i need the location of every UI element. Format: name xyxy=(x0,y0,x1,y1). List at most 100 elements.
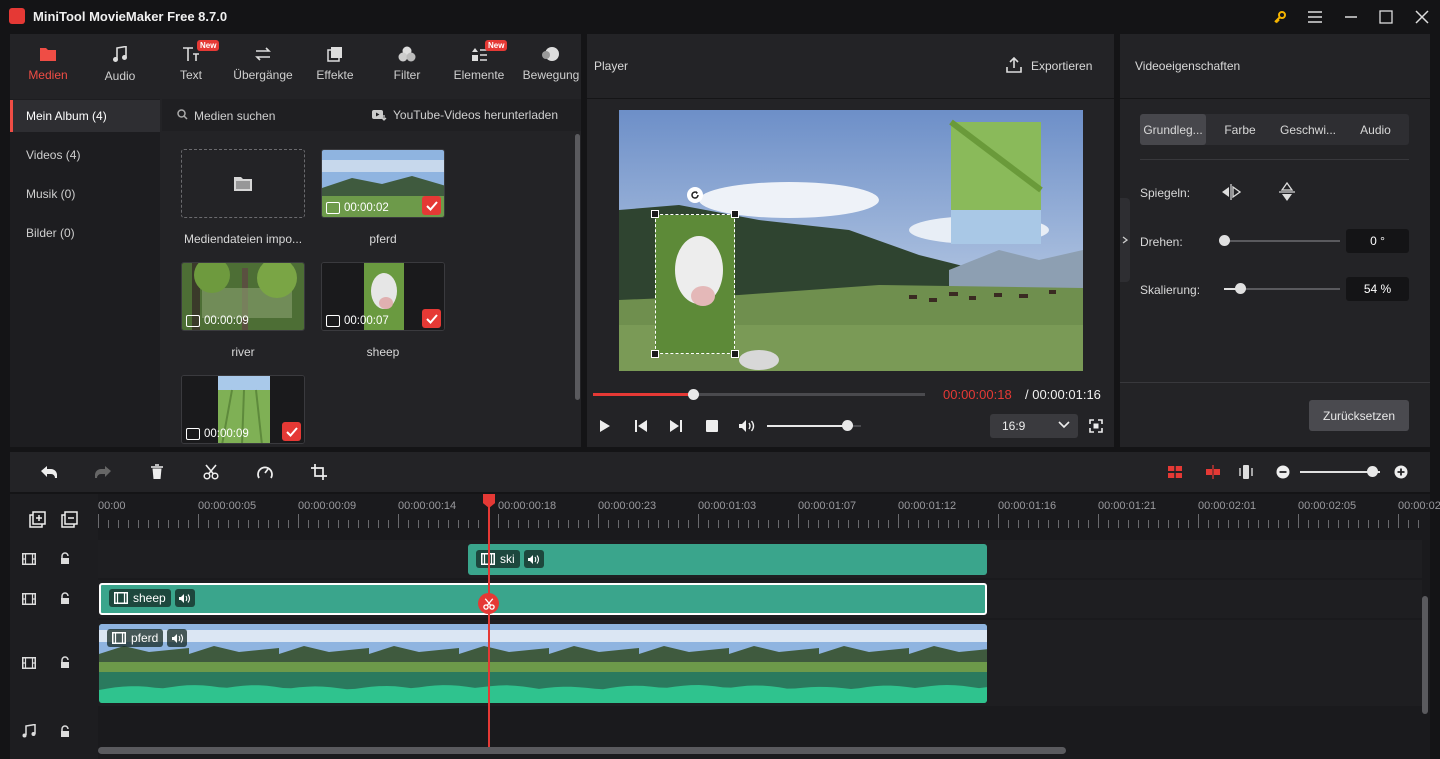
tab-elemente[interactable]: Elemente New xyxy=(443,34,515,98)
aspect-ratio-value: 16:9 xyxy=(1002,419,1026,433)
film-icon xyxy=(114,592,128,604)
youtube-download-button[interactable]: YouTube-Videos herunterladen xyxy=(393,108,558,122)
resize-handle[interactable] xyxy=(651,350,659,358)
export-button[interactable]: Exportieren xyxy=(1031,59,1092,73)
rotate-slider-knob[interactable] xyxy=(1219,235,1230,246)
scale-slider-knob[interactable] xyxy=(1235,283,1246,294)
media-thumb-pferd[interactable]: 00:00:02 xyxy=(321,149,445,218)
clip-volume-icon[interactable] xyxy=(167,629,188,647)
zoom-slider-knob[interactable] xyxy=(1367,466,1378,477)
frame-grass xyxy=(549,662,639,672)
key-icon[interactable] xyxy=(1269,6,1291,28)
clip-pferd[interactable]: pferd xyxy=(99,624,987,703)
clip-volume-icon[interactable] xyxy=(174,589,195,607)
collapse-panel-button[interactable] xyxy=(1120,198,1130,282)
speed-icon[interactable] xyxy=(255,463,275,481)
remove-track-icon[interactable] xyxy=(60,511,80,529)
mirror-horizontal-icon[interactable] xyxy=(1219,181,1243,203)
album-item-musik[interactable]: Musik (0) xyxy=(10,178,160,210)
timeline-vertical-scrollbar[interactable] xyxy=(1422,596,1428,714)
aspect-ratio-select[interactable]: 16:9 xyxy=(990,414,1078,438)
rotate-value[interactable]: 0 ° xyxy=(1346,229,1409,253)
media-scrollbar[interactable] xyxy=(575,134,580,400)
music-note-icon xyxy=(113,46,127,62)
minimize-icon[interactable] xyxy=(1340,6,1362,28)
search-media-button[interactable]: Medien suchen xyxy=(194,109,275,123)
volume-knob[interactable] xyxy=(841,420,853,431)
tab-geschwindigkeit[interactable]: Geschwi... xyxy=(1274,114,1342,145)
chevron-right-icon xyxy=(1122,236,1128,244)
tab-audio[interactable]: Audio xyxy=(1342,114,1409,145)
split-scissors-icon[interactable] xyxy=(201,463,221,481)
new-badge: New xyxy=(485,40,508,51)
add-track-icon[interactable] xyxy=(28,511,48,529)
mirror-vertical-icon[interactable] xyxy=(1275,181,1299,203)
app-logo-icon xyxy=(9,8,25,24)
media-thumb-sheep[interactable]: 00:00:07 xyxy=(321,262,445,331)
zoom-in-icon[interactable] xyxy=(1392,463,1410,481)
album-item-mein-album[interactable]: Mein Album (4) xyxy=(10,100,160,132)
split-scissors-icon[interactable] xyxy=(478,593,499,614)
redo-icon[interactable] xyxy=(93,463,113,481)
frame-cloud xyxy=(819,630,909,642)
frame-cloud xyxy=(189,630,279,642)
video-track-icon xyxy=(22,553,36,565)
tab-medien[interactable]: Medien xyxy=(12,34,84,98)
import-media-button[interactable] xyxy=(181,149,305,218)
resize-handle[interactable] xyxy=(731,210,739,218)
new-badge: New xyxy=(197,40,220,51)
close-icon[interactable] xyxy=(1411,6,1433,28)
tab-effekte[interactable]: Effekte xyxy=(299,34,371,98)
rotate-slider[interactable] xyxy=(1224,240,1340,242)
resize-handle[interactable] xyxy=(731,350,739,358)
album-item-bilder[interactable]: Bilder (0) xyxy=(10,217,160,249)
video-track-icon xyxy=(22,657,36,669)
media-thumb-ski[interactable]: 00:00:09 xyxy=(181,375,305,444)
timeline-horizontal-scrollbar[interactable] xyxy=(98,747,1066,754)
delete-icon[interactable] xyxy=(147,463,167,481)
tab-farbe[interactable]: Farbe xyxy=(1206,114,1274,145)
lock-icon[interactable] xyxy=(59,725,71,738)
zoom-out-icon[interactable] xyxy=(1274,463,1292,481)
tab-audio[interactable]: Audio xyxy=(84,34,156,98)
lock-icon[interactable] xyxy=(59,592,71,605)
fit-timeline-icon[interactable] xyxy=(1165,463,1185,481)
resize-handle[interactable] xyxy=(651,210,659,218)
previous-frame-icon[interactable] xyxy=(633,418,649,434)
media-thumb-river[interactable]: 00:00:09 xyxy=(181,262,305,331)
tab-bewegung[interactable]: Bewegung xyxy=(515,34,587,98)
lock-icon[interactable] xyxy=(59,656,71,669)
tab-filter[interactable]: Filter xyxy=(371,34,443,98)
clip-ski[interactable]: ski xyxy=(468,544,987,575)
maximize-icon[interactable] xyxy=(1375,6,1397,28)
frame-grass xyxy=(459,662,549,672)
clip-sheep[interactable]: sheep xyxy=(99,583,987,615)
menu-icon[interactable] xyxy=(1304,6,1326,28)
tab-text[interactable]: Text New xyxy=(155,34,227,98)
frame-cloud xyxy=(549,630,639,642)
tab-uebergaenge[interactable]: Übergänge xyxy=(227,34,299,98)
reset-button[interactable]: Zurücksetzen xyxy=(1309,400,1409,431)
undo-icon[interactable] xyxy=(39,463,59,481)
crop-icon[interactable] xyxy=(309,463,329,481)
lock-icon[interactable] xyxy=(59,552,71,565)
scale-value[interactable]: 54 % xyxy=(1346,277,1409,301)
stop-icon[interactable] xyxy=(704,418,720,434)
track-height-icon[interactable] xyxy=(1236,463,1256,481)
rotate-handle-icon[interactable] xyxy=(687,187,703,203)
tab-grundlegend[interactable]: Grundleg... xyxy=(1140,114,1206,145)
clip-volume-icon[interactable] xyxy=(523,550,544,568)
play-icon[interactable] xyxy=(597,418,613,434)
volume-icon[interactable] xyxy=(738,418,756,434)
total-time: / 00:00:01:16 xyxy=(1025,387,1101,402)
ruler-label: 00:00 xyxy=(98,500,126,512)
video-preview[interactable] xyxy=(619,110,1083,371)
fullscreen-icon[interactable] xyxy=(1088,418,1104,434)
thumb-duration: 00:00:07 xyxy=(326,315,389,327)
divider xyxy=(1120,98,1430,99)
album-item-videos[interactable]: Videos (4) xyxy=(10,139,160,171)
snap-icon[interactable] xyxy=(1203,463,1223,481)
next-frame-icon[interactable] xyxy=(668,418,684,434)
progress-knob[interactable] xyxy=(687,389,699,400)
selection-box[interactable] xyxy=(655,214,735,354)
